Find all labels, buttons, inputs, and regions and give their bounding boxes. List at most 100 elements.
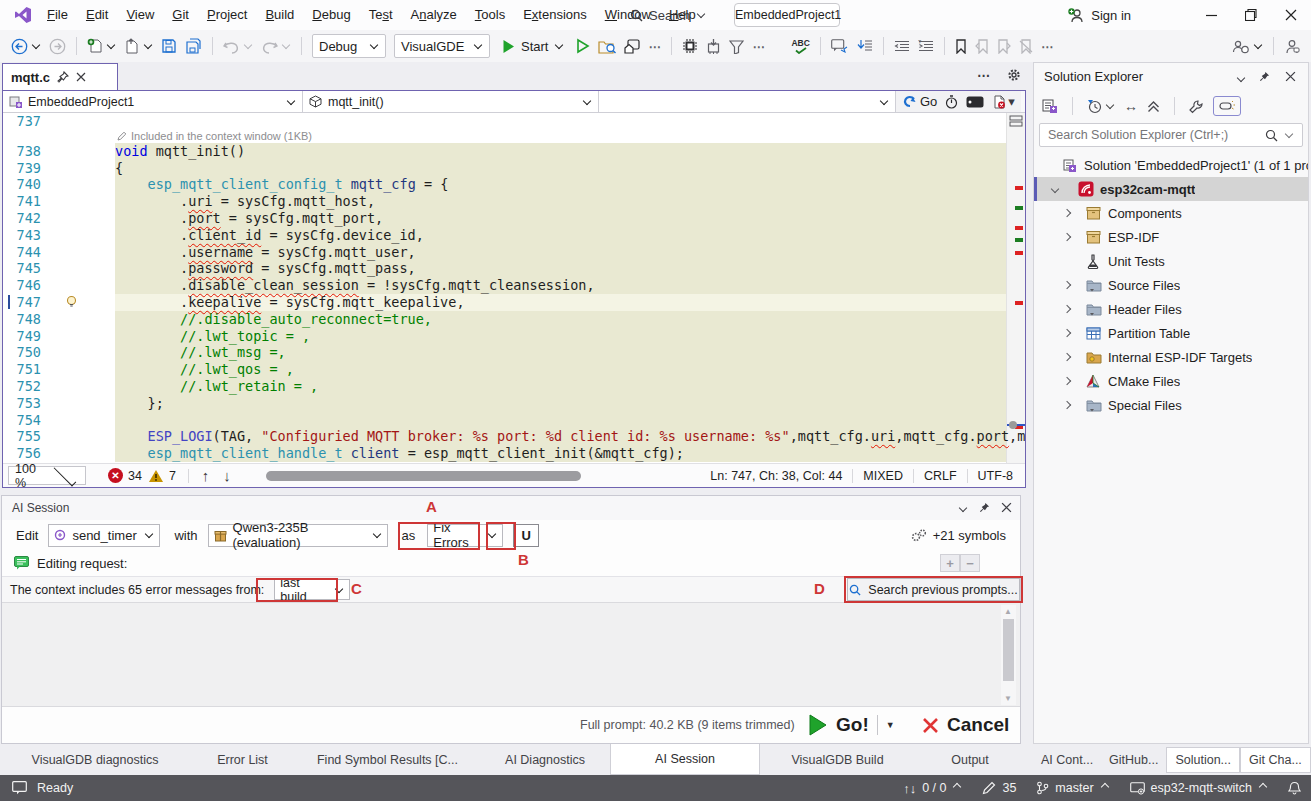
solution-search-box[interactable]: Search Solution Explorer (Ctrl+;) xyxy=(1039,123,1303,147)
editor-horizontal-scrollbar[interactable] xyxy=(252,464,700,487)
tool-tab-output[interactable]: Output xyxy=(915,744,1025,775)
search-icon[interactable] xyxy=(1265,129,1278,142)
start-without-debug-button[interactable] xyxy=(573,34,593,58)
tree-item-unit-tests[interactable]: Unit Tests xyxy=(1034,249,1308,273)
nav-forward-button[interactable] xyxy=(46,34,69,58)
uncomment-button[interactable] xyxy=(853,34,876,58)
warning-icon[interactable] xyxy=(148,469,164,483)
tool-tab-github-[interactable]: GitHub... xyxy=(1101,747,1166,773)
spell-check-button[interactable]: ABC xyxy=(788,34,812,58)
decrease-indent-button[interactable] xyxy=(891,34,913,58)
open-file-button[interactable] xyxy=(121,34,156,58)
increase-indent-button[interactable]: ? xyxy=(915,34,937,58)
feedback-bubble-icon[interactable] xyxy=(12,781,27,795)
mode-dropdown[interactable]: Fix Errors xyxy=(427,524,503,547)
go-button[interactable]: Go! ▼ xyxy=(808,714,895,736)
start-debug-button[interactable]: Start xyxy=(499,34,567,58)
panel-chevron-icon[interactable] xyxy=(1236,71,1246,86)
menu-debug[interactable]: Debug xyxy=(303,1,359,29)
document-tab-mqtt-c[interactable]: mqtt.c xyxy=(2,63,118,90)
pending-filter-icon[interactable] xyxy=(1087,99,1115,114)
tree-item-components[interactable]: Components xyxy=(1034,201,1308,225)
go-dropdown-icon[interactable]: ▼ xyxy=(886,720,895,730)
prompt-scrollbar[interactable]: ▲ ▼ xyxy=(1001,605,1016,705)
tree-item-esp32cam-mqtt[interactable]: esp32cam-mqtt xyxy=(1034,177,1308,201)
preview-icon[interactable] xyxy=(1213,96,1241,116)
menu-analyze[interactable]: Analyze xyxy=(402,1,466,29)
solution-configuration-dropdown[interactable]: Debug xyxy=(312,34,386,58)
code-editor[interactable]: 737Included in the context window (1KB)7… xyxy=(3,113,1025,463)
tool-tab-visualgdb-diagnostics[interactable]: VisualGDB diagnostics xyxy=(0,744,190,775)
save-button[interactable] xyxy=(158,34,180,58)
sign-in-button[interactable]: Sign in xyxy=(1068,4,1131,26)
find-in-files-button[interactable] xyxy=(595,34,619,58)
u-toggle-button[interactable]: U xyxy=(513,524,539,547)
tool-tab-ai-cont-[interactable]: AI Cont... xyxy=(1033,747,1101,773)
program-flash-button[interactable] xyxy=(703,34,724,58)
menu-extensions[interactable]: Extensions xyxy=(514,1,596,29)
menu-git[interactable]: Git xyxy=(163,1,198,29)
editor-vertical-scrollbar[interactable] xyxy=(1006,113,1025,463)
tree-item-source-files[interactable]: Source Files xyxy=(1034,273,1308,297)
redo-button[interactable] xyxy=(258,34,294,58)
menu-project[interactable]: Project xyxy=(198,1,256,29)
ellipsis2-button[interactable]: ⋯ xyxy=(749,34,768,58)
add-item-button[interactable]: + xyxy=(940,554,960,572)
member-dropdown[interactable] xyxy=(599,91,896,112)
tool-tab-find-symbol-results-c-[interactable]: Find Symbol Results [C... xyxy=(295,744,480,775)
encoding-indicator[interactable]: UTF-8 xyxy=(968,469,1023,483)
panel-close-icon[interactable] xyxy=(1285,71,1296,82)
live-share-button[interactable] xyxy=(1229,34,1266,58)
document-error-icon[interactable]: ▾ xyxy=(992,94,1015,109)
tree-item-special-files[interactable]: Special Files xyxy=(1034,393,1308,417)
nav-counter[interactable]: ↑↓ 0 / 0 xyxy=(897,781,968,796)
collapse-all-icon[interactable] xyxy=(1147,100,1160,113)
tree-item-solution-embeddedproject1-1-of-1-projec[interactable]: Solution 'EmbeddedProject1' (1 of 1 proj… xyxy=(1034,153,1308,177)
tree-item-partition-table[interactable]: Partition Table xyxy=(1034,321,1308,345)
chip-button[interactable] xyxy=(679,34,701,58)
bookmark-next-button[interactable] xyxy=(994,34,1014,58)
search-previous-prompts-button[interactable]: Search previous prompts... xyxy=(847,578,1020,601)
tool-tab-error-list[interactable]: Error List xyxy=(190,744,295,775)
pin-icon[interactable] xyxy=(57,71,69,83)
comment-button[interactable] xyxy=(828,34,851,58)
tool-tab-ai-diagnostics[interactable]: AI Diagnostics xyxy=(480,744,610,775)
tool-tab-ai-session[interactable]: AI Session xyxy=(610,744,760,775)
sync-active-icon[interactable]: ↔ xyxy=(1124,98,1138,114)
switch-views-icon[interactable] xyxy=(1042,99,1058,114)
git-repo[interactable]: esp32-mqtt-switch xyxy=(1124,781,1274,795)
menu-build[interactable]: Build xyxy=(256,1,303,29)
save-all-button[interactable] xyxy=(182,34,205,58)
bookmark-clear-button[interactable] xyxy=(1016,34,1036,58)
next-issue-icon[interactable]: ↓ xyxy=(223,467,231,484)
ellipsis-button[interactable]: ⋯ xyxy=(645,34,664,58)
menu-test[interactable]: Test xyxy=(360,1,402,29)
edit-target-dropdown[interactable]: send_timer xyxy=(48,524,160,547)
menu-file[interactable]: File xyxy=(38,1,77,29)
tree-item-esp-idf[interactable]: ESP-IDF xyxy=(1034,225,1308,249)
tool-tab-visualgdb-build[interactable]: VisualGDB Build xyxy=(760,744,915,775)
tag-icon[interactable] xyxy=(966,96,984,108)
ellipsis3-button[interactable]: ⋯ xyxy=(1038,34,1057,58)
remove-item-button[interactable]: − xyxy=(960,554,980,572)
menu-view[interactable]: View xyxy=(117,1,163,29)
tree-item-cmake-files[interactable]: CMake Files xyxy=(1034,369,1308,393)
maximize-button[interactable] xyxy=(1231,0,1271,30)
bell-icon[interactable] xyxy=(1288,781,1301,795)
tool-tab-git-cha-[interactable]: Git Cha... xyxy=(1240,747,1311,773)
bookmark-prev-button[interactable] xyxy=(972,34,992,58)
feedback-button[interactable] xyxy=(1281,34,1303,58)
prompt-text-area[interactable]: ▲ ▼ xyxy=(2,602,1020,707)
nav-back-button[interactable] xyxy=(8,34,44,58)
zoom-dropdown[interactable]: 100 % xyxy=(8,466,86,485)
symbol-dropdown[interactable]: mqtt_init() xyxy=(303,91,599,112)
panel-close-icon[interactable] xyxy=(1001,502,1012,513)
symbols-summary[interactable]: +21 symbols xyxy=(911,528,1006,543)
menu-edit[interactable]: Edit xyxy=(77,1,117,29)
properties-icon[interactable] xyxy=(1189,99,1204,114)
prev-issue-icon[interactable]: ↑ xyxy=(202,467,210,484)
stopwatch-icon[interactable] xyxy=(945,95,958,109)
search-control[interactable]: Search xyxy=(630,4,706,26)
tab-overflow-icon[interactable]: ⋯ xyxy=(977,68,991,83)
tree-item-header-files[interactable]: Header Files xyxy=(1034,297,1308,321)
